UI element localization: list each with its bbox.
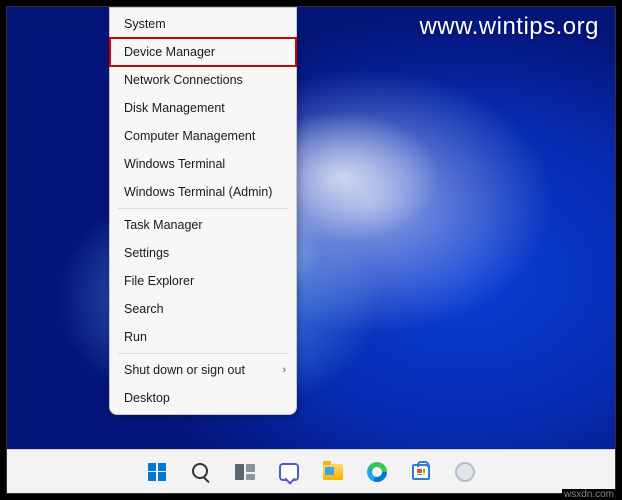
circle-icon xyxy=(454,461,476,483)
winx-context-menu: System Device Manager Network Connections D… xyxy=(109,7,297,415)
menu-separator xyxy=(118,353,288,354)
chat-icon xyxy=(278,461,300,483)
menu-item-settings[interactable]: Settings xyxy=(110,239,296,267)
folder-icon xyxy=(322,461,344,483)
taskbar xyxy=(7,449,615,493)
chevron-right-icon: › xyxy=(282,364,286,376)
file-explorer-button[interactable] xyxy=(314,453,352,491)
menu-item-device-manager[interactable]: Device Manager xyxy=(110,38,296,66)
task-view-icon xyxy=(234,461,256,483)
chat-button[interactable] xyxy=(270,453,308,491)
menu-item-label: Network Connections xyxy=(124,73,243,87)
app-button[interactable] xyxy=(446,453,484,491)
start-button[interactable] xyxy=(138,453,176,491)
menu-item-network-connections[interactable]: Network Connections xyxy=(110,66,296,94)
menu-item-file-explorer[interactable]: File Explorer xyxy=(110,267,296,295)
menu-item-label: Windows Terminal (Admin) xyxy=(124,185,272,199)
menu-item-label: Search xyxy=(124,302,164,316)
menu-item-label: Settings xyxy=(124,246,169,260)
menu-item-label: Device Manager xyxy=(124,45,215,59)
menu-item-computer-management[interactable]: Computer Management xyxy=(110,122,296,150)
menu-item-label: Desktop xyxy=(124,391,170,405)
search-button[interactable] xyxy=(182,453,220,491)
menu-item-label: Task Manager xyxy=(124,218,203,232)
store-icon xyxy=(410,461,432,483)
menu-item-label: Windows Terminal xyxy=(124,157,225,171)
menu-item-disk-management[interactable]: Disk Management xyxy=(110,94,296,122)
edge-button[interactable] xyxy=(358,453,396,491)
menu-item-system[interactable]: System xyxy=(110,10,296,38)
menu-item-desktop[interactable]: Desktop xyxy=(110,384,296,412)
menu-item-run[interactable]: Run xyxy=(110,323,296,351)
store-button[interactable] xyxy=(402,453,440,491)
menu-separator xyxy=(118,208,288,209)
menu-item-task-manager[interactable]: Task Manager xyxy=(110,211,296,239)
menu-item-label: Run xyxy=(124,330,147,344)
edge-icon xyxy=(366,461,388,483)
menu-item-windows-terminal-admin[interactable]: Windows Terminal (Admin) xyxy=(110,178,296,206)
task-view-button[interactable] xyxy=(226,453,264,491)
menu-item-search[interactable]: Search xyxy=(110,295,296,323)
menu-item-label: Shut down or sign out xyxy=(124,363,245,377)
search-icon xyxy=(190,461,212,483)
menu-item-label: Disk Management xyxy=(124,101,225,115)
menu-item-label: Computer Management xyxy=(124,129,255,143)
desktop-wallpaper xyxy=(7,7,615,493)
source-credit: wsxdn.com xyxy=(562,489,616,500)
menu-item-shut-down-or-sign-out[interactable]: Shut down or sign out › xyxy=(110,356,296,384)
menu-item-label: System xyxy=(124,17,166,31)
watermark-text: www.wintips.org xyxy=(419,13,599,41)
windows-logo-icon xyxy=(146,461,168,483)
menu-item-label: File Explorer xyxy=(124,274,194,288)
menu-item-windows-terminal[interactable]: Windows Terminal xyxy=(110,150,296,178)
